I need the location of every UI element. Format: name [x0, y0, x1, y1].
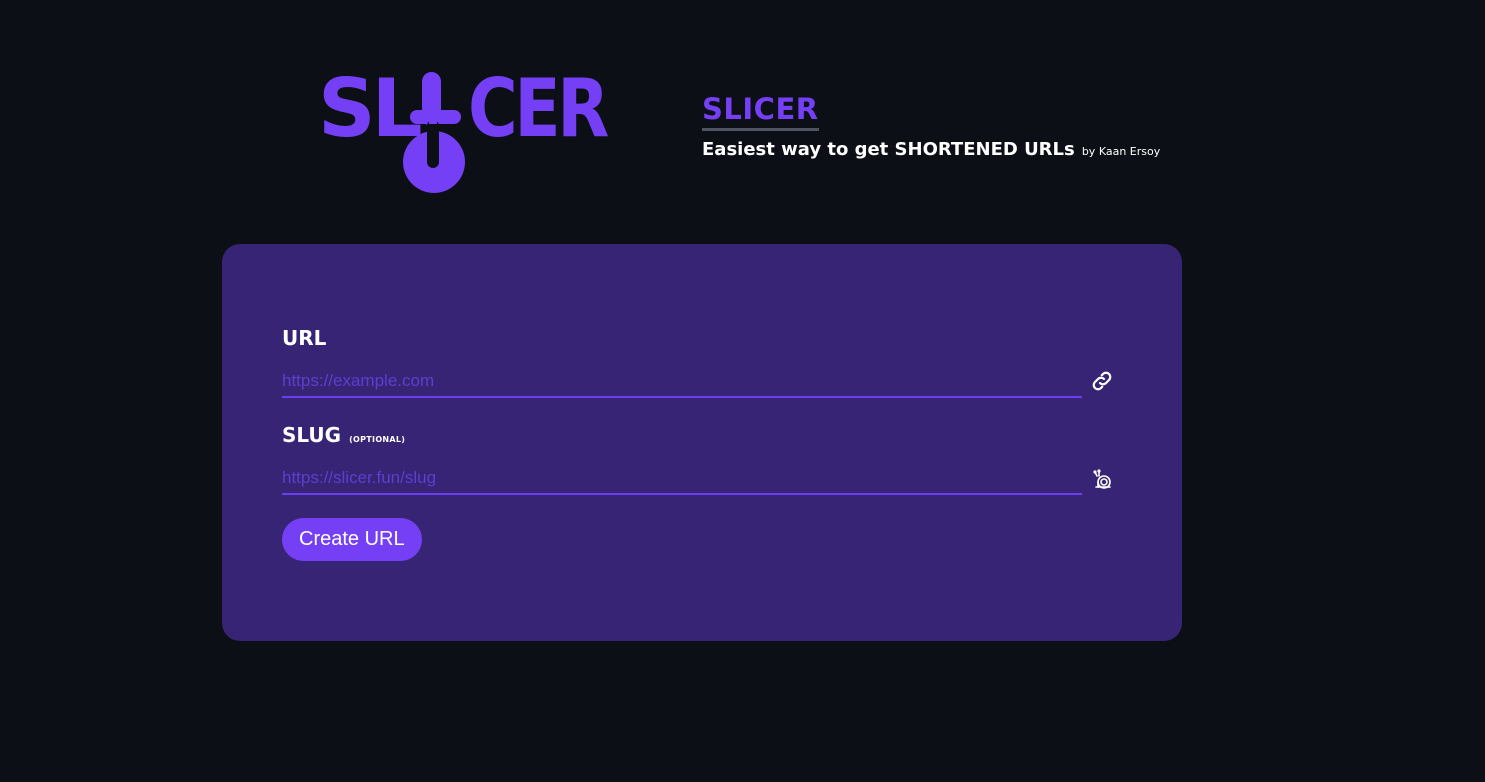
- slicer-logo-graphic: SL CER: [318, 66, 608, 193]
- svg-text:SL: SL: [318, 66, 421, 155]
- brand-title: SLICER: [702, 92, 819, 131]
- optional-hint: (OPTIONAL): [349, 435, 406, 444]
- slug-label-text: SLUG: [282, 423, 342, 447]
- link-icon: [1090, 369, 1114, 393]
- url-label: URL: [282, 326, 326, 350]
- tagline-text: Easiest way to get SHORTENED URLs: [702, 139, 1075, 160]
- svg-text:CER: CER: [468, 66, 608, 155]
- snail-icon: [1090, 468, 1114, 492]
- page: SL CER SLICER Easiest way to get SHORTEN…: [0, 0, 1485, 782]
- url-label-text: URL: [282, 326, 327, 350]
- slug-label: SLUG (OPTIONAL): [282, 423, 405, 447]
- shorten-form-card: URL SLUG (OPTIONAL): [222, 244, 1182, 641]
- tagline: Easiest way to get SHORTENED URLs by Kaa…: [702, 139, 1160, 160]
- author-credit: by Kaan Ersoy: [1081, 145, 1161, 158]
- create-url-button[interactable]: Create URL: [282, 518, 422, 561]
- slicer-logo: SL CER: [316, 66, 608, 196]
- url-input[interactable]: [282, 366, 1082, 398]
- slug-input[interactable]: [282, 463, 1082, 495]
- brand-header: SLICER Easiest way to get SHORTENED URLs…: [702, 92, 1160, 160]
